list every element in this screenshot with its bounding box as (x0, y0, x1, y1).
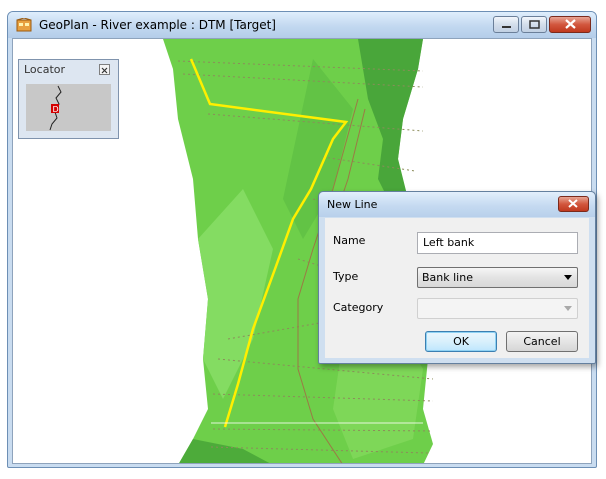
dialog-title-bar[interactable]: New Line (319, 192, 595, 217)
locator-river-icon: D (49, 85, 62, 131)
dialog-body: Name Left bank Type Bank line Category O… (325, 218, 589, 358)
window-close-button[interactable] (549, 16, 591, 33)
locator-close-button[interactable] (99, 64, 110, 75)
chevron-down-icon (564, 306, 572, 311)
cancel-button[interactable]: Cancel (506, 331, 578, 352)
type-select-value: Bank line (422, 271, 473, 284)
close-icon (568, 199, 578, 208)
geoplan-app-icon (16, 18, 32, 32)
locator-title: Locator (24, 63, 66, 76)
window-title: GeoPlan - River example : DTM [Target] (39, 18, 276, 32)
maximize-icon (529, 20, 540, 29)
minimize-button[interactable] (493, 16, 519, 33)
category-select[interactable] (417, 298, 578, 319)
new-line-dialog: New Line Name Left bank Type Bank line C… (318, 191, 596, 364)
maximize-button[interactable] (521, 16, 547, 33)
close-icon (565, 19, 576, 29)
chevron-down-icon (564, 275, 572, 280)
name-field[interactable]: Left bank (417, 232, 578, 254)
ok-button[interactable]: OK (425, 331, 497, 352)
minimize-icon (502, 26, 511, 28)
type-select[interactable]: Bank line (417, 267, 578, 288)
locator-overview-map[interactable]: D (26, 84, 111, 131)
locator-marker-label: D (53, 105, 59, 114)
type-label: Type (333, 270, 359, 283)
dialog-title: New Line (327, 198, 378, 211)
dialog-close-button[interactable] (558, 196, 589, 212)
name-label: Name (333, 234, 366, 247)
title-bar[interactable]: GeoPlan - River example : DTM [Target] (8, 12, 596, 38)
close-icon (101, 67, 108, 74)
category-label: Category (333, 301, 384, 314)
locator-panel[interactable]: Locator D (18, 59, 119, 139)
